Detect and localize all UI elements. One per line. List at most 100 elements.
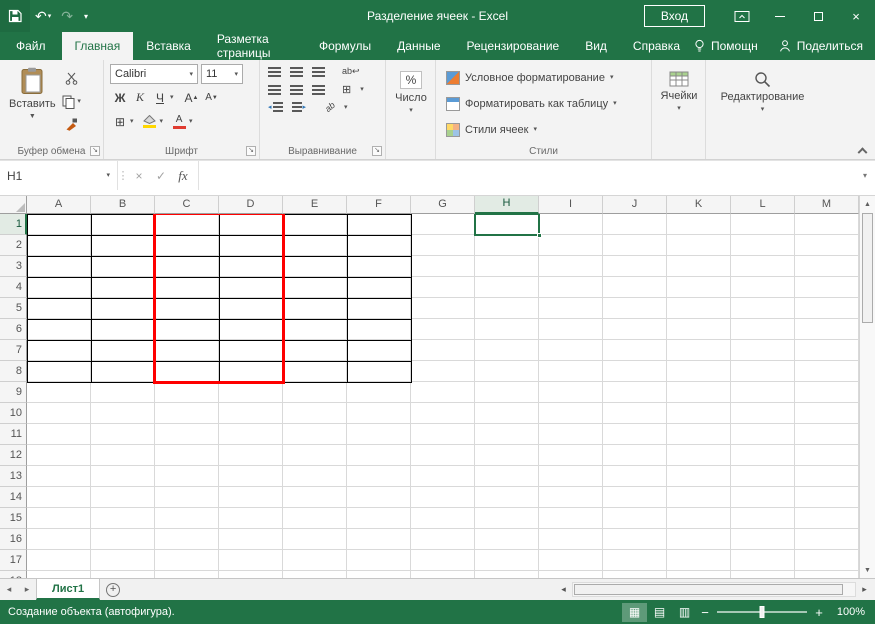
bold-button[interactable]: Ж (110, 87, 130, 108)
cell-B2[interactable] (91, 235, 155, 256)
page-break-view-button[interactable]: ▥ (672, 603, 697, 622)
cell-I12[interactable] (539, 445, 603, 466)
cell-F1[interactable] (347, 214, 411, 235)
cell-I11[interactable] (539, 424, 603, 445)
cell-J3[interactable] (603, 256, 667, 277)
alignment-dialog-launcher[interactable]: ↘ (372, 146, 382, 156)
ribbon-tab-3[interactable]: Разметка страницы (204, 32, 306, 60)
cell-C16[interactable] (155, 529, 219, 550)
ribbon-tab-1[interactable]: Главная (62, 32, 134, 60)
row-header-17[interactable]: 17 (0, 550, 27, 571)
maximize-button[interactable] (799, 0, 837, 32)
cell-M9[interactable] (795, 382, 859, 403)
cell-K5[interactable] (667, 298, 731, 319)
cell-M14[interactable] (795, 487, 859, 508)
cell-A1[interactable] (27, 214, 91, 235)
cell-L15[interactable] (731, 508, 795, 529)
cell-C18[interactable] (155, 571, 219, 578)
cell-K16[interactable] (667, 529, 731, 550)
cell-D5[interactable] (219, 298, 283, 319)
column-header-A[interactable]: A (27, 196, 91, 214)
cell-F2[interactable] (347, 235, 411, 256)
cell-M11[interactable] (795, 424, 859, 445)
font-color-button[interactable]: А (169, 111, 189, 132)
cell-M2[interactable] (795, 235, 859, 256)
column-header-I[interactable]: I (539, 196, 603, 214)
cell-C11[interactable] (155, 424, 219, 445)
row-header-14[interactable]: 14 (0, 487, 27, 508)
cell-E5[interactable] (283, 298, 347, 319)
cell-C10[interactable] (155, 403, 219, 424)
cell-G16[interactable] (411, 529, 475, 550)
cell-E9[interactable] (283, 382, 347, 403)
cell-K8[interactable] (667, 361, 731, 382)
cell-G10[interactable] (411, 403, 475, 424)
cell-F5[interactable] (347, 298, 411, 319)
cell-E16[interactable] (283, 529, 347, 550)
cell-H13[interactable] (475, 466, 539, 487)
row-header-5[interactable]: 5 (0, 298, 27, 319)
cell-M15[interactable] (795, 508, 859, 529)
cell-C6[interactable] (155, 319, 219, 340)
zoom-slider-thumb[interactable] (760, 606, 765, 618)
cell-G17[interactable] (411, 550, 475, 571)
cell-E4[interactable] (283, 277, 347, 298)
cell-H17[interactable] (475, 550, 539, 571)
cancel-entry-button[interactable]: × (128, 169, 150, 183)
cell-D11[interactable] (219, 424, 283, 445)
editing-button[interactable]: Редактирование ▾ (715, 63, 811, 143)
paste-button[interactable]: Вставить ▼ (3, 63, 62, 143)
cell-E18[interactable] (283, 571, 347, 578)
cell-J11[interactable] (603, 424, 667, 445)
merge-center-button[interactable]: ⊞ (342, 83, 351, 96)
cell-H4[interactable] (475, 277, 539, 298)
cell-E14[interactable] (283, 487, 347, 508)
row-header-7[interactable]: 7 (0, 340, 27, 361)
cell-D10[interactable] (219, 403, 283, 424)
cell-K18[interactable] (667, 571, 731, 578)
cell-M13[interactable] (795, 466, 859, 487)
cell-A11[interactable] (27, 424, 91, 445)
cell-G3[interactable] (411, 256, 475, 277)
cell-F6[interactable] (347, 319, 411, 340)
cell-G13[interactable] (411, 466, 475, 487)
cell-M6[interactable] (795, 319, 859, 340)
cell-H10[interactable] (475, 403, 539, 424)
column-header-H[interactable]: H (475, 196, 539, 214)
column-header-F[interactable]: F (347, 196, 411, 214)
horizontal-scroll-track[interactable] (572, 582, 856, 597)
cell-D13[interactable] (219, 466, 283, 487)
column-header-K[interactable]: K (667, 196, 731, 214)
save-button[interactable] (0, 0, 30, 32)
borders-button[interactable]: ⊞ (110, 111, 130, 132)
row-header-10[interactable]: 10 (0, 403, 27, 424)
normal-view-button[interactable]: ▦ (622, 603, 647, 622)
cell-K10[interactable] (667, 403, 731, 424)
cell-C17[interactable] (155, 550, 219, 571)
cell-I14[interactable] (539, 487, 603, 508)
cell-A13[interactable] (27, 466, 91, 487)
cell-I15[interactable] (539, 508, 603, 529)
undo-button[interactable]: ↶▾ (30, 0, 56, 32)
cell-D1[interactable] (219, 214, 283, 235)
font-family-select[interactable]: Calibri ▾ (110, 64, 198, 84)
cell-J1[interactable] (603, 214, 667, 235)
cells-button[interactable]: Ячейки ▾ (655, 63, 704, 143)
cell-C3[interactable] (155, 256, 219, 277)
cell-D6[interactable] (219, 319, 283, 340)
cell-C5[interactable] (155, 298, 219, 319)
cell-A14[interactable] (27, 487, 91, 508)
cell-B5[interactable] (91, 298, 155, 319)
cell-J4[interactable] (603, 277, 667, 298)
cell-L14[interactable] (731, 487, 795, 508)
cell-K4[interactable] (667, 277, 731, 298)
cell-F10[interactable] (347, 403, 411, 424)
ribbon-tab-6[interactable]: Рецензирование (454, 32, 573, 60)
cell-C2[interactable] (155, 235, 219, 256)
cell-B14[interactable] (91, 487, 155, 508)
cell-M17[interactable] (795, 550, 859, 571)
helper-tab[interactable]: Помощн (693, 39, 758, 53)
cell-J6[interactable] (603, 319, 667, 340)
cell-F17[interactable] (347, 550, 411, 571)
cell-B8[interactable] (91, 361, 155, 382)
